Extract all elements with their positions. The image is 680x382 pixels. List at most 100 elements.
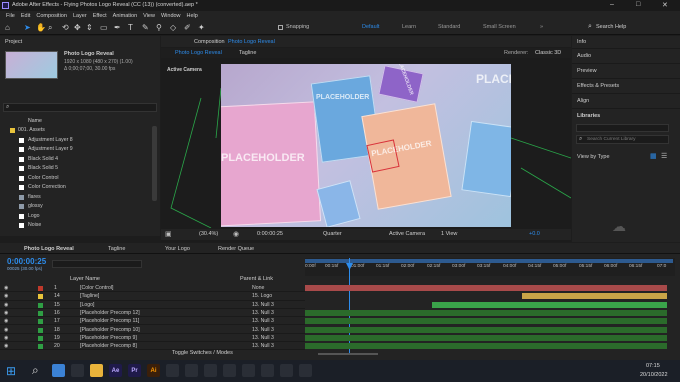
composition-tab-label[interactable]: Composition xyxy=(194,39,225,45)
workspace-default[interactable]: Default xyxy=(362,24,379,30)
snapping-checkbox[interactable] xyxy=(278,25,283,30)
layer-name[interactable]: [Placeholder Precomp 10] xyxy=(80,327,140,333)
layer-parent[interactable]: 13. Null 3 xyxy=(252,327,274,333)
layer-row[interactable]: ◉ 20 [Placeholder Precomp 8] 13. Null 3 xyxy=(0,342,305,351)
grid-view-icon[interactable]: ▦ xyxy=(650,152,657,160)
project-scrollbar[interactable] xyxy=(152,126,157,201)
close-icon[interactable]: ✕ xyxy=(662,1,668,9)
list-item[interactable]: Adjustment Layer 8 xyxy=(0,136,160,145)
layer-duration-bar[interactable] xyxy=(305,285,667,291)
orbit-tool-icon[interactable]: ⟲ xyxy=(62,23,69,33)
timeline-zoom-slider[interactable] xyxy=(318,353,378,355)
layer-row[interactable]: ◉ 18 [Placeholder Precomp 10] 13. Null 3 xyxy=(0,326,305,334)
view-layout-dropdown[interactable]: 1 View xyxy=(441,231,457,237)
eye-icon[interactable]: ◉ xyxy=(4,327,9,333)
eye-icon[interactable]: ◉ xyxy=(4,318,9,324)
subtab-photo-logo-reveal[interactable]: Photo Logo Reveal xyxy=(175,50,222,56)
taskbar-app-icon[interactable] xyxy=(52,364,65,377)
menu-edit[interactable]: Edit xyxy=(21,13,30,19)
layer-row[interactable]: ◉ 16 [Placeholder Precomp 12] 13. Null 3 xyxy=(0,309,305,318)
list-item[interactable]: 001. Assets xyxy=(0,126,160,135)
taskbar-app-icon[interactable] xyxy=(242,364,255,377)
library-dropdown[interactable] xyxy=(576,124,669,132)
maximize-icon[interactable]: □ xyxy=(636,1,640,8)
viewer-timecode[interactable]: 0:00:00:25 xyxy=(257,231,283,237)
composition-canvas[interactable]: PLACEHOLDER PLACEHOLDER PLACEHOLDER PLAC… xyxy=(221,64,511,227)
subtab-tagline[interactable]: Tagline xyxy=(239,50,256,56)
layer-label-color[interactable] xyxy=(38,319,43,325)
timeline-tab-tagline[interactable]: Tagline xyxy=(108,246,125,252)
layer-name[interactable]: [Logo] xyxy=(80,302,94,308)
zoom-level[interactable]: (30.4%) xyxy=(199,231,218,237)
taskbar-date[interactable]: 20/10/2022 xyxy=(640,372,668,378)
menu-help[interactable]: Help xyxy=(187,13,198,19)
minimize-icon[interactable]: – xyxy=(610,1,614,8)
home-icon[interactable]: ⌂ xyxy=(5,23,10,33)
menu-file[interactable]: File xyxy=(6,13,15,19)
layer-row[interactable]: ◉ 1 [Color Control] None xyxy=(0,284,305,293)
layer-parent[interactable]: 13. Null 3 xyxy=(252,318,274,324)
composition-tab-name[interactable]: Photo Logo Reveal xyxy=(228,39,275,45)
timeline-search-input[interactable] xyxy=(52,260,142,268)
layer-duration-bar[interactable] xyxy=(305,343,667,350)
layer-row[interactable]: ◉ 15 [Logo] 13. Null 3 xyxy=(0,301,305,309)
layer-duration-bar[interactable] xyxy=(522,293,667,300)
time-ruler[interactable]: 0:00f 00:15f 01:00f 01:15f 02:00f 02:15f… xyxy=(305,258,675,276)
layer-name[interactable]: [Tagline] xyxy=(80,293,99,299)
menu-composition[interactable]: Composition xyxy=(36,13,67,19)
menu-effect[interactable]: Effect xyxy=(93,13,107,19)
timeline-tab-your-logo[interactable]: Your Logo xyxy=(165,246,190,252)
layer-name[interactable]: [Placeholder Precomp 12] xyxy=(80,310,140,316)
layer-row[interactable]: ◉ 17 [Placeholder Precomp 11] 13. Null 3 xyxy=(0,317,305,326)
list-item[interactable]: Logo xyxy=(0,212,160,221)
list-item[interactable]: Black Solid 4 xyxy=(0,155,160,164)
layer-duration-bar[interactable] xyxy=(431,301,667,308)
menu-window[interactable]: Window xyxy=(161,13,181,19)
hand-tool-icon[interactable]: ✋ xyxy=(36,23,46,33)
eraser-tool-icon[interactable]: ◇ xyxy=(170,23,176,33)
taskbar-app-icon[interactable]: Ai xyxy=(147,364,160,377)
layer-parent[interactable]: None xyxy=(252,285,264,291)
library-search-input[interactable]: ⌕ Search Current Library xyxy=(576,135,669,144)
taskbar-search-icon[interactable]: ⌕ xyxy=(32,363,39,378)
menu-animation[interactable]: Animation xyxy=(113,13,137,19)
clone-stamp-tool-icon[interactable]: ⚲ xyxy=(156,23,162,33)
pan-tool-icon[interactable]: ✥ xyxy=(74,23,81,33)
timeline-timecode[interactable]: 0:00:00:25 xyxy=(7,257,46,266)
list-item[interactable]: Noise xyxy=(0,221,160,230)
pen-tool-icon[interactable]: ✒ xyxy=(114,23,121,33)
list-item[interactable]: Adjustment Layer 9 xyxy=(0,145,160,154)
audio-panel-tab[interactable]: Audio xyxy=(577,53,591,59)
menu-view[interactable]: View xyxy=(143,13,155,19)
taskbar-app-icon[interactable] xyxy=(185,364,198,377)
resolution-dropdown[interactable]: Quarter xyxy=(323,231,342,237)
eye-icon[interactable]: ◉ xyxy=(4,302,9,308)
layer-row[interactable]: ◉ 19 [Placeholder Precomp 9] 13. Null 3 xyxy=(0,334,305,343)
exposure-value[interactable]: +0.0 xyxy=(529,231,540,237)
windows-start-icon[interactable]: ⊞ xyxy=(6,364,16,378)
help-search-input[interactable]: Search Help xyxy=(596,24,626,30)
taskbar-app-icon[interactable] xyxy=(166,364,179,377)
parent-link-column[interactable]: Parent & Link xyxy=(240,276,273,282)
taskbar-app-icon[interactable]: Pr xyxy=(128,364,141,377)
work-area-bar[interactable] xyxy=(305,259,673,263)
list-item[interactable]: Color Control xyxy=(0,174,160,183)
align-panel-tab[interactable]: Align xyxy=(577,98,589,104)
eye-icon[interactable]: ◉ xyxy=(4,293,9,299)
layer-duration-bar[interactable] xyxy=(305,334,667,341)
taskbar-app-icon[interactable]: Ae xyxy=(109,364,122,377)
list-item[interactable]: flares xyxy=(0,193,160,202)
layer-duration-bar[interactable] xyxy=(305,309,667,316)
taskbar-app-icon[interactable] xyxy=(223,364,236,377)
layer-label-color[interactable] xyxy=(38,294,43,300)
toggle-switches-modes[interactable]: Toggle Switches / Modes xyxy=(172,350,233,356)
renderer-value[interactable]: Classic 3D xyxy=(535,50,561,56)
eye-icon[interactable]: ◉ xyxy=(4,343,9,349)
taskbar-app-icon[interactable] xyxy=(280,364,293,377)
taskbar-time[interactable]: 07:15 xyxy=(646,363,660,369)
workspace-learn[interactable]: Learn xyxy=(402,24,416,30)
list-item[interactable]: Color Correction xyxy=(0,183,160,192)
eye-icon[interactable]: ◉ xyxy=(4,285,9,291)
camera-dropdown[interactable]: Active Camera xyxy=(389,231,425,237)
effects-presets-tab[interactable]: Effects & Presets xyxy=(577,83,619,89)
